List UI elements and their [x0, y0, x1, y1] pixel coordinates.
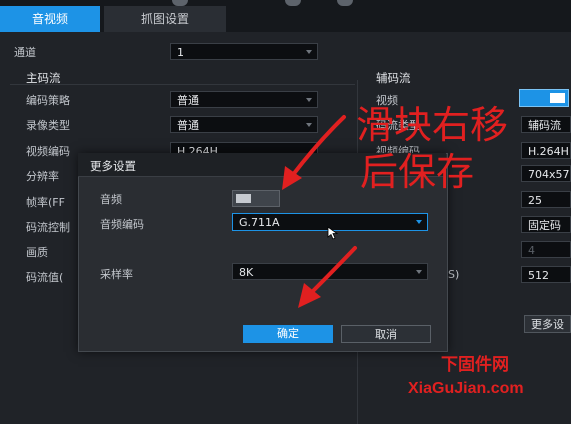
- arrow-to-ok-button: [298, 246, 357, 308]
- watermark-en: XiaGuJian.com: [408, 380, 524, 397]
- arrow-to-audio-toggle: [282, 115, 346, 190]
- watermark-cn: 下固件网: [441, 355, 509, 375]
